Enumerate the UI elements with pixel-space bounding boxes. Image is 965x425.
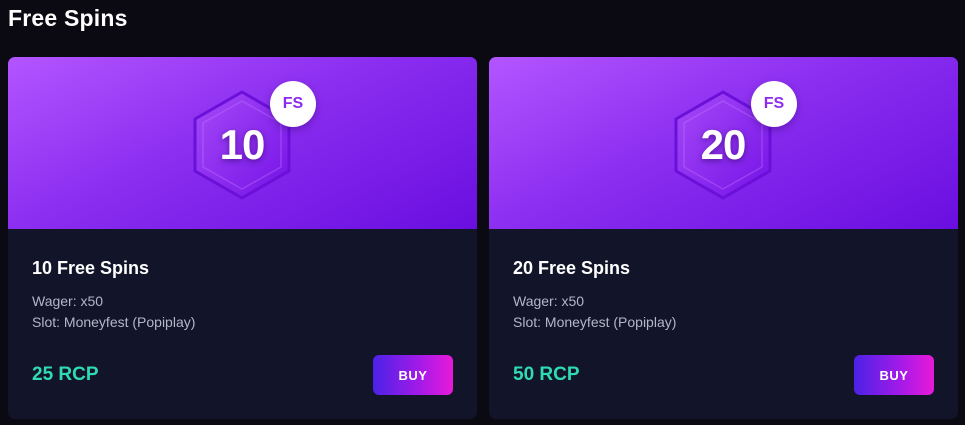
slot-text: Slot: Moneyfest (Popiplay): [32, 314, 196, 330]
wager-text: Wager: x50: [513, 293, 585, 309]
card-banner: 10 FS: [8, 57, 477, 229]
card-title: 20 Free Spins: [513, 258, 631, 278]
free-spins-card: 10 FS 10 Free Spins Wager: x50 Slot: Mon…: [8, 57, 477, 419]
fs-badge: FS: [751, 81, 797, 127]
buy-button[interactable]: BUY: [854, 355, 934, 395]
fs-badge: FS: [270, 81, 316, 127]
price: 50 RCP: [513, 364, 580, 385]
free-spins-card: 20 FS 20 Free Spins Wager: x50 Slot: Mon…: [489, 57, 958, 419]
buy-button[interactable]: BUY: [373, 355, 453, 395]
slot-text: Slot: Moneyfest (Popiplay): [513, 314, 677, 330]
wager-text: Wager: x50: [32, 293, 104, 309]
page-title: Free Spins: [8, 5, 128, 31]
card-title: 10 Free Spins: [32, 258, 150, 278]
price: 25 RCP: [32, 364, 99, 385]
free-spins-card-list: 10 FS 10 Free Spins Wager: x50 Slot: Mon…: [8, 57, 958, 419]
card-banner: 20 FS: [489, 57, 958, 229]
